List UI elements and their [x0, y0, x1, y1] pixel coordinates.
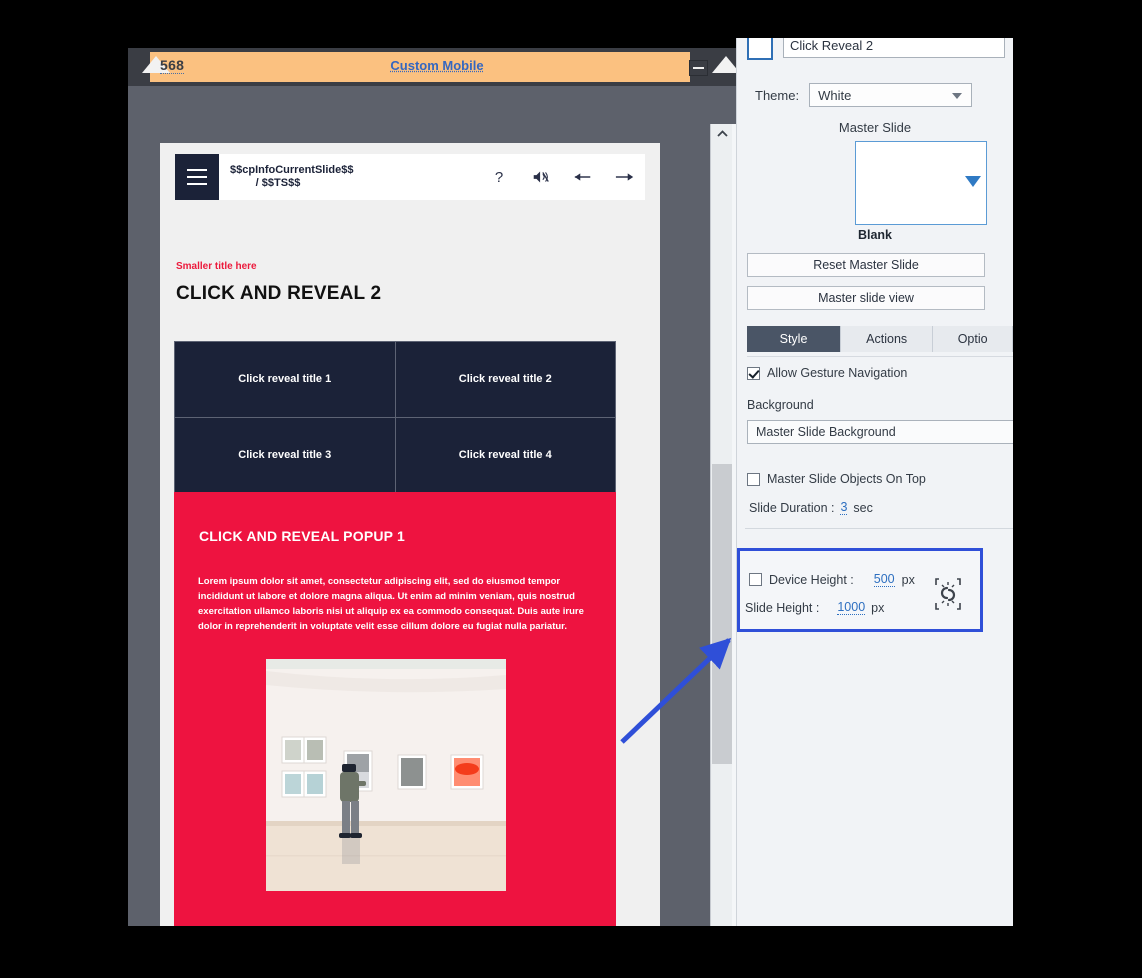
chevron-down-icon: [952, 93, 963, 99]
device-height-checkbox[interactable]: [749, 573, 762, 586]
slide-height-unit: px: [871, 600, 885, 615]
device-height-row: Device Height : 500 px: [749, 572, 915, 587]
click-reveal-tile[interactable]: Click reveal title 4: [395, 417, 615, 492]
background-label: Background: [747, 398, 814, 412]
object-name-input[interactable]: Click Reveal 2: [783, 38, 1005, 58]
mobile-navbar: $$cpInfoCurrentSlide$$ / $$TS$$ ?: [175, 154, 645, 200]
slide-title: CLICK AND REVEAL 2: [176, 283, 382, 304]
window-title-link[interactable]: Custom Mobile: [128, 58, 746, 73]
device-height-label: Device Height :: [769, 572, 854, 587]
mute-speaker-icon[interactable]: [531, 167, 551, 187]
click-reveal-popup: CLICK AND REVEAL POPUP 1 Lorem ipsum dol…: [174, 492, 616, 926]
link-unlink-icon[interactable]: [933, 576, 963, 612]
tab-actions[interactable]: Actions: [841, 326, 934, 352]
allow-gesture-navigation-row[interactable]: Allow Gesture Navigation: [747, 366, 907, 380]
help-question-icon[interactable]: ?: [489, 167, 509, 187]
object-name-row: Click Reveal 2: [747, 38, 1005, 60]
canvas-vertical-scrollbar[interactable]: [710, 124, 733, 926]
click-reveal-tile[interactable]: Click reveal title 3: [175, 417, 395, 492]
theme-label: Theme:: [755, 87, 800, 103]
tab-options[interactable]: Optio: [933, 326, 1013, 352]
window-titlebar: 568 Custom Mobile: [128, 48, 746, 86]
slide-duration-label: Slide Duration :: [749, 500, 835, 515]
scroll-up-arrow-icon[interactable]: [711, 124, 733, 144]
master-slide-objects-on-top-row[interactable]: Master Slide Objects On Top: [747, 472, 926, 486]
master-slide-objects-on-top-checkbox[interactable]: [747, 472, 760, 486]
tab-style[interactable]: Style: [747, 326, 842, 352]
click-reveal-tile-grid: Click reveal title 1 Click reveal title …: [174, 341, 616, 493]
allow-gesture-navigation-label: Allow Gesture Navigation: [767, 366, 908, 380]
tabstrip-divider: [747, 352, 1013, 357]
forward-arrow-icon[interactable]: [615, 167, 635, 187]
slide-duration-row: Slide Duration : 3 sec: [749, 500, 873, 515]
slide-subtitle: Smaller title here: [176, 261, 257, 272]
slide-page: $$cpInfoCurrentSlide$$ / $$TS$$ ? Smalle…: [160, 143, 660, 926]
slide-height-value[interactable]: 1000: [837, 600, 866, 615]
device-height-unit: px: [901, 572, 915, 587]
click-reveal-tile[interactable]: Click reveal title 2: [395, 342, 615, 417]
slide-height-label: Slide Height :: [745, 600, 820, 615]
background-value-input[interactable]: Master Slide Background: [747, 420, 1013, 444]
slide-height-row: Slide Height : 1000 px: [745, 600, 884, 615]
click-reveal-tile[interactable]: Click reveal title 1: [175, 342, 395, 417]
theme-select[interactable]: White: [809, 83, 973, 107]
svg-text:?: ?: [495, 169, 503, 186]
reset-master-slide-button[interactable]: Reset Master Slide: [747, 253, 985, 277]
properties-panel: Click Reveal 2 Theme: White Master Slide…: [736, 38, 1013, 926]
master-slide-view-button[interactable]: Master slide view: [747, 286, 985, 310]
popup-body-text: Lorem ipsum dolor sit amet, consectetur …: [198, 576, 584, 632]
hamburger-icon[interactable]: [175, 154, 219, 200]
screenshot-root: 568 Custom Mobile Course title $$cpInfoC…: [0, 0, 1142, 978]
editor-window: 568 Custom Mobile Course title $$cpInfoC…: [128, 48, 746, 926]
slide-counter-variable: $$cpInfoCurrentSlide$$ / $$TS$$: [230, 164, 354, 189]
master-slide-name: Blank: [857, 228, 893, 242]
object-visibility-checkbox[interactable]: [747, 38, 773, 60]
allow-gesture-navigation-checkbox[interactable]: [747, 366, 760, 380]
slide-duration-unit: sec: [853, 500, 873, 515]
popup-title: CLICK AND REVEAL POPUP 1: [199, 528, 406, 544]
master-slide-label: Master Slide: [838, 120, 912, 135]
slide-canvas: Course title $$cpInfoCurrentSlide$$ / $$…: [128, 86, 746, 926]
panel-divider: [745, 528, 1013, 529]
properties-tabstrip: Style Actions Optio: [747, 326, 1013, 353]
back-arrow-icon[interactable]: [573, 167, 593, 187]
minimize-button[interactable]: [689, 60, 708, 76]
theme-row: Theme: White: [755, 83, 973, 107]
master-slide-objects-on-top-label: Master Slide Objects On Top: [767, 472, 926, 486]
theme-selected-value: White: [818, 87, 852, 103]
scrollbar-thumb[interactable]: [712, 464, 732, 764]
slide-duration-value[interactable]: 3: [840, 500, 848, 515]
navbar-icon-group: ?: [489, 167, 635, 187]
device-height-value[interactable]: 500: [873, 572, 895, 587]
art-gallery-photo: [266, 659, 506, 891]
master-slide-dropdown-icon[interactable]: [965, 176, 981, 187]
